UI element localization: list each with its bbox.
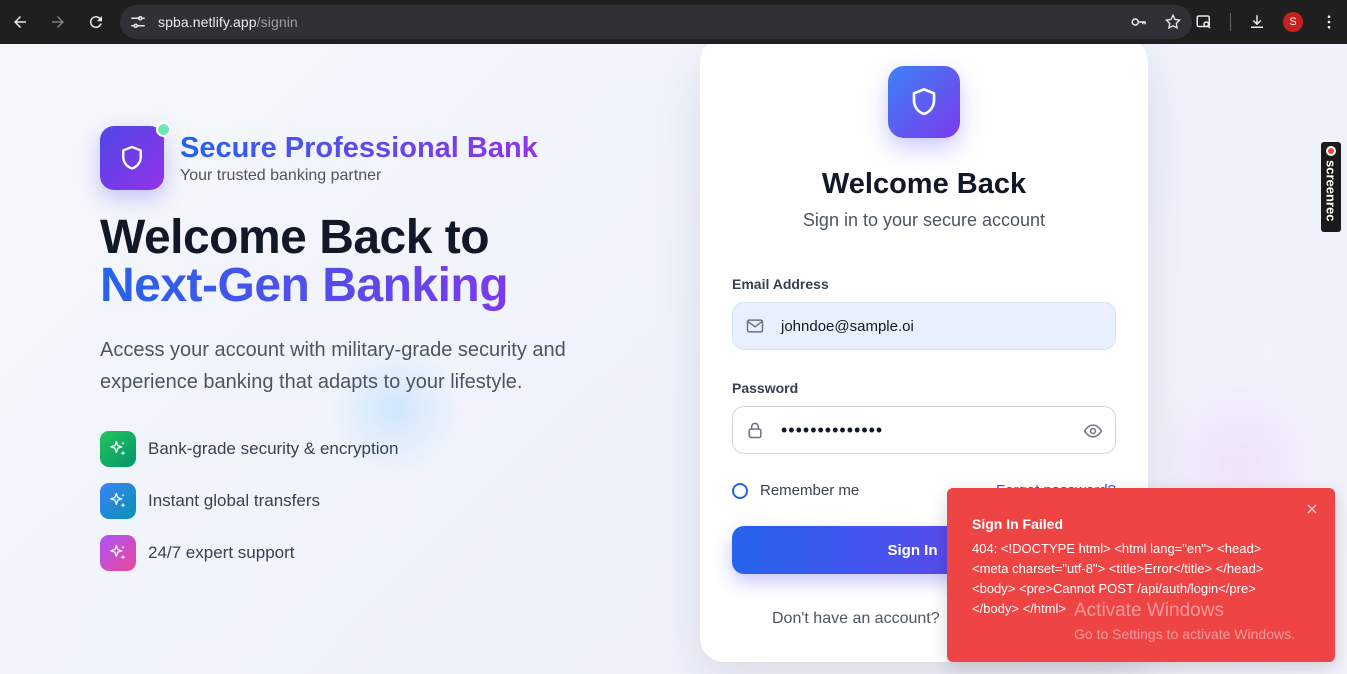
url-text[interactable]: spba.netlify.app/signin (158, 14, 298, 30)
feature-item: Instant global transfers (100, 483, 398, 519)
brand-logo (100, 122, 171, 190)
watermark-title: Activate Windows (1074, 600, 1224, 621)
eye-icon[interactable] (1083, 421, 1103, 441)
url-path: /signin (256, 14, 298, 30)
address-bar[interactable]: spba.netlify.app/signin (120, 5, 1192, 39)
star-icon[interactable] (1164, 13, 1182, 31)
brand-tagline: Your trusted banking partner (180, 167, 382, 184)
key-icon[interactable] (1130, 13, 1148, 31)
hero-title-line1: Welcome Back to (100, 211, 490, 264)
sparkles-icon (100, 483, 136, 519)
url-host: spba.netlify.app (158, 14, 257, 30)
forward-button[interactable] (40, 4, 76, 40)
shield-icon (122, 145, 142, 170)
arrow-left-icon (14, 16, 26, 28)
hero-title-line2: Next-Gen Banking (100, 259, 509, 312)
remember-checkbox[interactable] (732, 482, 748, 499)
record-icon (1326, 146, 1336, 156)
site-info-icon[interactable] (128, 12, 148, 32)
arrow-right-icon (52, 16, 64, 28)
sparkles-icon (100, 431, 136, 467)
feature-label: Bank-grade security & encryption (148, 439, 399, 458)
more-vert-icon (1327, 15, 1331, 29)
signin-page: Secure Professional Bank Your trusted ba… (0, 44, 1347, 674)
feature-label: 24/7 expert support (148, 543, 295, 562)
status-dot (156, 122, 171, 137)
email-field[interactable]: johndoe@sample.oi (732, 302, 1116, 350)
card-logo (888, 66, 960, 138)
menu-button[interactable] (1311, 4, 1347, 40)
avatar: S (1283, 12, 1303, 32)
mail-icon (745, 316, 765, 336)
remember-label: Remember me (760, 482, 860, 499)
back-button[interactable] (2, 4, 38, 40)
watermark-subtitle: Go to Settings to activate Windows. (1074, 626, 1295, 642)
screenrec-extension-tab[interactable]: screenrec (1321, 142, 1341, 232)
browser-toolbar: spba.netlify.app/signin S (0, 0, 1347, 44)
profile-button[interactable]: S (1275, 4, 1311, 40)
email-label: Email Address (732, 276, 829, 292)
windows-watermark: Activate Windows Go to Settings to activ… (1074, 600, 1295, 642)
reload-icon (89, 16, 102, 29)
feature-item: Bank-grade security & encryption (100, 431, 398, 467)
email-value: johndoe@sample.oi (781, 317, 914, 335)
signin-label: Sign In (887, 541, 938, 559)
toast-title: Sign In Failed (972, 516, 1064, 532)
no-account-text: Don't have an account? (772, 610, 940, 627)
search-page-icon (1196, 15, 1211, 29)
toolbar-divider (1230, 13, 1231, 31)
downloads-button[interactable] (1239, 4, 1275, 40)
close-icon[interactable] (1305, 502, 1319, 516)
feature-label: Instant global transfers (148, 491, 320, 510)
brand-name: Secure Professional Bank (180, 132, 538, 164)
card-subtitle: Sign in to your secure account (802, 210, 1046, 230)
feature-list: Bank-grade security & encryption Instant… (100, 431, 398, 587)
hero-description: Access your account with military-grade … (100, 339, 566, 393)
lock-icon (745, 420, 765, 440)
reload-button[interactable] (78, 4, 114, 40)
screenrec-label: screenrec (1323, 160, 1339, 222)
password-field[interactable]: •••••••••••••• (732, 406, 1116, 454)
password-label: Password (732, 380, 799, 396)
password-value: •••••••••••••• (781, 419, 884, 440)
card-title: Welcome Back (821, 168, 1027, 200)
feature-item: 24/7 expert support (100, 535, 398, 571)
shield-icon (912, 88, 936, 116)
brand-header: Secure Professional Bank Your trusted ba… (100, 122, 538, 190)
sparkles-icon (100, 535, 136, 571)
lens-button[interactable] (1186, 4, 1222, 40)
remember-me[interactable]: Remember me (732, 482, 859, 499)
download-icon (1251, 15, 1263, 28)
